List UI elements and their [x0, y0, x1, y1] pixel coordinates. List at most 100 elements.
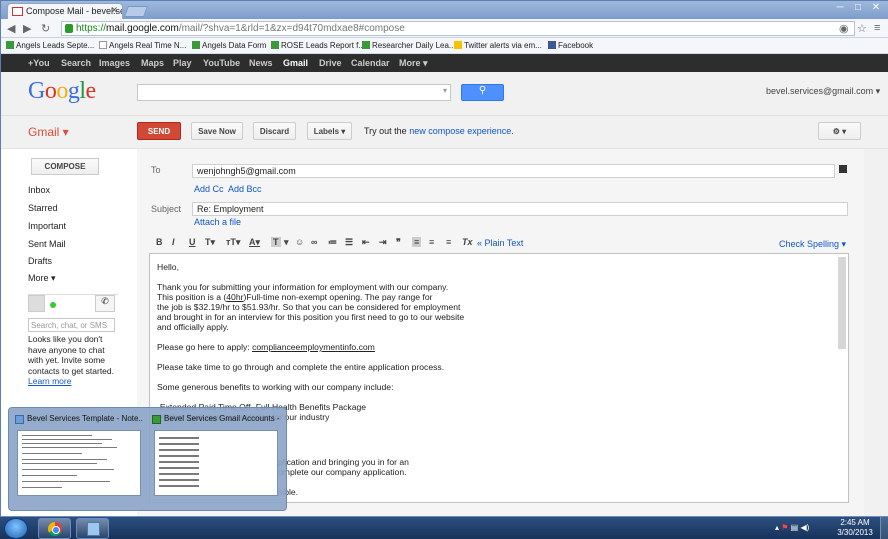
nav-important[interactable]: Important [28, 221, 66, 231]
show-desktop-button[interactable] [880, 517, 888, 539]
align-left-icon[interactable]: ≡ [412, 237, 422, 247]
gbar-maps[interactable]: Maps [141, 58, 164, 68]
attach-file-link[interactable]: Attach a file [194, 217, 241, 227]
gmail-menu[interactable]: Gmail ▾ [28, 125, 69, 139]
save-now-button[interactable]: Save Now [191, 122, 243, 140]
search-input[interactable]: ▾ [137, 84, 451, 101]
gbar-play[interactable]: Play [173, 58, 192, 68]
extension-icon[interactable]: ◉ [839, 22, 849, 35]
new-compose-link[interactable]: new compose experience. [409, 126, 514, 136]
bulleted-list-icon[interactable]: ☰ [345, 237, 353, 248]
flag-icon[interactable]: ⚑ [781, 523, 788, 532]
add-bcc-link[interactable]: Add Bcc [228, 184, 262, 194]
taskbar-chrome[interactable] [38, 518, 71, 539]
volume-icon[interactable]: ◀) [800, 523, 809, 532]
to-field[interactable]: wenjohngh5@gmail.com [192, 164, 835, 178]
new-tab-button[interactable] [123, 6, 149, 17]
reload-icon[interactable]: ↻ [41, 22, 50, 35]
indent-more-icon[interactable]: ⇥ [379, 237, 387, 248]
font-icon[interactable]: T▾ [205, 237, 215, 248]
align-right-icon[interactable]: ≡ [446, 237, 451, 247]
font-size-icon[interactable]: тT▾ [226, 237, 240, 248]
italic-icon[interactable]: I [172, 237, 175, 247]
chat-search-input[interactable]: Search, chat, or SMS [28, 318, 115, 332]
gbar-youtube[interactable]: YouTube [203, 58, 240, 68]
emoticon-icon[interactable]: ☺ [295, 237, 304, 247]
taskbar-notepad[interactable] [76, 518, 109, 539]
send-button[interactable]: SEND [137, 122, 181, 140]
text-color-icon[interactable]: A▾ [249, 237, 260, 248]
learn-more-link[interactable]: Learn more [28, 376, 118, 387]
sheet-icon [271, 41, 279, 49]
gbar-you[interactable]: +You [28, 58, 50, 68]
plain-text-link[interactable]: « Plain Text [477, 238, 523, 248]
gbar-gmail[interactable]: Gmail [283, 58, 308, 68]
nav-drafts[interactable]: Drafts [28, 256, 52, 266]
labels-button[interactable]: Labels ▾ [307, 122, 352, 140]
bookmark-star-icon[interactable]: ☆ [857, 22, 867, 35]
start-button[interactable] [4, 518, 28, 539]
google-logo[interactable]: Google [28, 78, 96, 105]
highlight-dropdown-icon[interactable]: ▾ [284, 237, 289, 248]
search-icon: ⚲ [478, 85, 487, 96]
nav-inbox[interactable]: Inbox [28, 185, 50, 195]
menu-icon[interactable]: ≡ [874, 22, 880, 34]
facebook-icon [548, 41, 556, 49]
check-spelling-link[interactable]: Check Spelling ▾ [779, 239, 846, 250]
avatar[interactable] [28, 295, 45, 312]
phone-icon[interactable]: ✆ [95, 295, 115, 312]
network-icon[interactable]: ▤ [791, 523, 799, 532]
bookmark-4[interactable]: ROSE Leads Report f... [271, 41, 365, 50]
close-tab-icon[interactable]: ✕ [110, 5, 118, 16]
remove-format-icon[interactable]: Tx [462, 237, 473, 247]
body-scrollbar[interactable] [838, 257, 846, 349]
quote-icon[interactable]: ❞ [396, 237, 401, 248]
maximize-icon[interactable]: □ [849, 2, 867, 13]
bookmark-6[interactable]: Twitter alerts via em... [454, 41, 542, 50]
address-bar[interactable]: https://mail.google.com/mail/?shva=1&rld… [61, 21, 855, 36]
bookmark-3[interactable]: Angels Data Form [192, 41, 266, 50]
sheet-icon [362, 41, 370, 49]
settings-button[interactable]: ⚙ ▾ [818, 122, 861, 140]
add-cc-link[interactable]: Add Cc [194, 184, 224, 194]
nav-starred[interactable]: Starred [28, 203, 58, 213]
preview-title-1: Bevel Services Template - Note... [15, 414, 143, 426]
nav-sent-mail[interactable]: Sent Mail [28, 239, 66, 249]
dropdown-icon[interactable]: ▾ [443, 86, 447, 95]
apply-link[interactable]: complianceemploymentinfo.com [252, 342, 375, 352]
discard-button[interactable]: Discard [253, 122, 296, 140]
clock[interactable]: 2:45 AM 3/30/2013 [835, 518, 875, 538]
tray-arrow-icon[interactable]: ▴ [775, 523, 779, 532]
numbered-list-icon[interactable]: ≔ [328, 237, 337, 248]
status-dot-icon[interactable] [50, 302, 56, 308]
search-button[interactable]: ⚲ [461, 84, 504, 101]
gbar-drive[interactable]: Drive [319, 58, 342, 68]
gbar-news[interactable]: News [249, 58, 273, 68]
account-name[interactable]: bevel.services@gmail.com ▾ [766, 86, 880, 97]
bookmark-1[interactable]: Angels Leads Septe... [6, 41, 94, 50]
forward-icon[interactable]: ▶ [23, 22, 31, 35]
bold-icon[interactable]: B [156, 237, 163, 247]
bookmark-2[interactable]: Angels Real Time N... [99, 41, 186, 50]
highlight-icon[interactable]: T [271, 237, 281, 247]
nav-more[interactable]: More ▾ [28, 273, 56, 284]
indent-less-icon[interactable]: ⇤ [362, 237, 370, 248]
align-center-icon[interactable]: ≡ [429, 237, 434, 247]
back-icon[interactable]: ◀ [7, 22, 15, 35]
close-window-icon[interactable]: ✕ [867, 2, 885, 13]
compose-button[interactable]: COMPOSE [31, 158, 99, 175]
bookmark-7[interactable]: Facebook [548, 41, 593, 50]
contacts-icon[interactable] [839, 165, 847, 173]
underline-icon[interactable]: U [189, 237, 196, 247]
preview-window-2[interactable]: Bevel Services Gmail Accounts -... [152, 414, 280, 502]
link-icon[interactable]: ∞ [311, 237, 317, 247]
subject-field[interactable]: Re: Employment [192, 202, 848, 216]
gbar-images[interactable]: Images [99, 58, 130, 68]
gbar-search[interactable]: Search [61, 58, 91, 68]
gbar-calendar[interactable]: Calendar [351, 58, 390, 68]
minimize-icon[interactable]: ─ [831, 2, 849, 13]
bookmark-5[interactable]: Researcher Daily Lea... [362, 41, 456, 50]
browser-tab[interactable]: Compose Mail - bevel.ser ✕ [7, 3, 123, 19]
gbar-more[interactable]: More ▾ [399, 58, 428, 69]
preview-window-1[interactable]: Bevel Services Template - Note... [15, 414, 143, 502]
